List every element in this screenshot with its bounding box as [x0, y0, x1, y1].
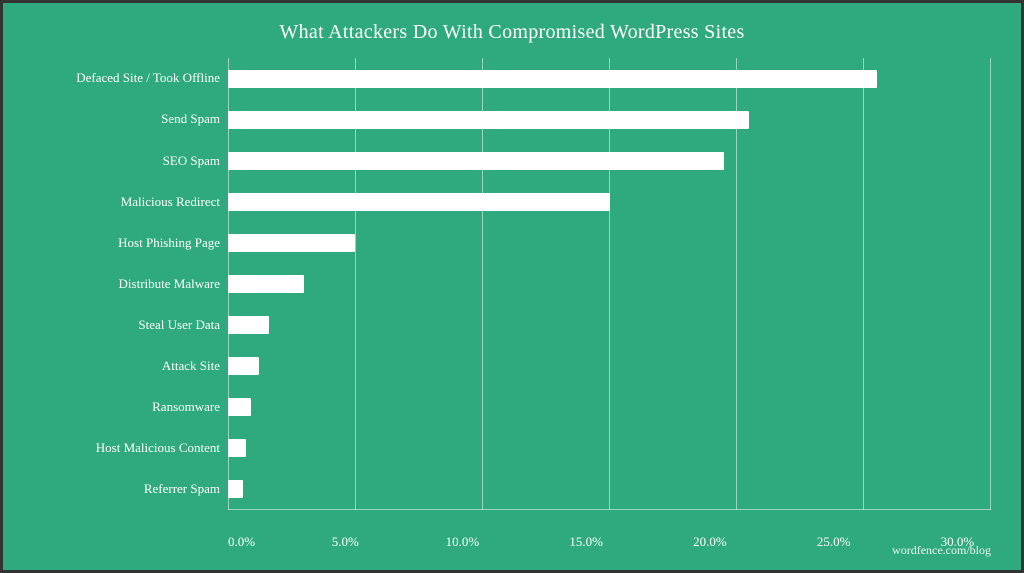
bar-row [228, 314, 991, 336]
y-label: Defaced Site / Took Offline [33, 71, 220, 85]
bar-row [228, 478, 991, 500]
y-label: Steal User Data [33, 318, 220, 332]
bar-row [228, 437, 991, 459]
bar [228, 480, 243, 498]
bar [228, 398, 251, 416]
y-label: Send Spam [33, 112, 220, 126]
bar-row [228, 191, 991, 213]
x-axis-line [228, 509, 991, 510]
x-axis-label: 15.0% [569, 534, 603, 550]
bar-row [228, 273, 991, 295]
bar [228, 357, 259, 375]
bar-row [228, 109, 991, 131]
x-axis-label: 20.0% [693, 534, 727, 550]
bar [228, 111, 749, 129]
y-label: SEO Spam [33, 154, 220, 168]
bars-area [228, 58, 991, 510]
y-label: Host Malicious Content [33, 441, 220, 455]
y-label: Host Phishing Page [33, 236, 220, 250]
bar-row [228, 68, 991, 90]
bar [228, 152, 724, 170]
y-label: Malicious Redirect [33, 195, 220, 209]
x-axis-label: 5.0% [332, 534, 359, 550]
y-label: Referrer Spam [33, 482, 220, 496]
bar-row [228, 150, 991, 172]
y-label: Ransomware [33, 400, 220, 414]
bar-row [228, 396, 991, 418]
bar [228, 275, 304, 293]
chart-area: Defaced Site / Took Offline Send Spam SEO … [33, 58, 991, 510]
x-axis-label: 25.0% [817, 534, 851, 550]
y-label: Attack Site [33, 359, 220, 373]
y-label: Distribute Malware [33, 277, 220, 291]
y-labels: Defaced Site / Took Offline Send Spam SEO … [33, 58, 228, 510]
bar [228, 439, 246, 457]
chart-container: What Attackers Do With Compromised WordP… [0, 0, 1024, 573]
bar [228, 234, 355, 252]
bar-row [228, 355, 991, 377]
x-axis: 0.0%5.0%10.0%15.0%20.0%25.0%30.0% [228, 534, 991, 550]
chart-title: What Attackers Do With Compromised WordP… [33, 21, 991, 44]
watermark: wordfence.com/blog [892, 543, 991, 558]
x-axis-label: 10.0% [446, 534, 480, 550]
bar-row [228, 232, 991, 254]
bar [228, 316, 269, 334]
bar [228, 70, 877, 88]
bar [228, 193, 610, 211]
x-axis-label: 0.0% [228, 534, 255, 550]
